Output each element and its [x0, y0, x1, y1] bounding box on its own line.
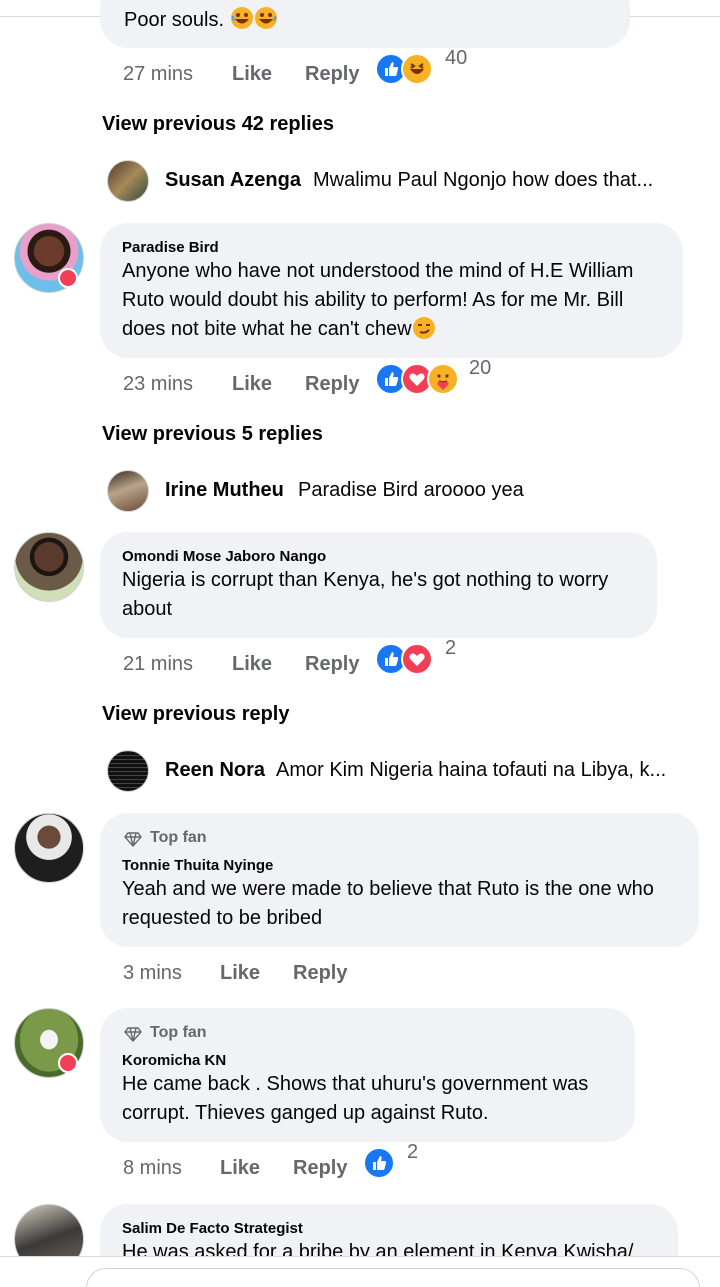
view-previous-replies-link[interactable]: View previous 5 replies: [102, 423, 323, 446]
diamond-icon: [124, 832, 142, 847]
comment-text-line: does not bite what he can't chew: [122, 315, 665, 344]
comment-bubble[interactable]: Top fan Tonnie Thuita Nyinge Yeah and we…: [100, 813, 699, 947]
reactions-summary[interactable]: 2: [363, 1141, 443, 1181]
laugh-emoji-icon: [230, 7, 253, 29]
comment-time: 8 mins: [123, 1157, 182, 1179]
comment-author[interactable]: Paradise Bird: [122, 239, 219, 256]
diamond-icon: [124, 1027, 142, 1042]
reply-button[interactable]: Reply: [305, 373, 359, 396]
view-previous-reply-link[interactable]: View previous reply: [102, 703, 290, 726]
comment-actions: 23 mins Like Reply 20: [123, 357, 523, 399]
reactions-summary[interactable]: 2: [375, 637, 495, 677]
top-fan-label: Top fan: [150, 829, 207, 846]
comment-bubble-top: Poor souls.: [100, 0, 630, 48]
like-button[interactable]: Like: [232, 63, 272, 86]
comment-text-line: Yeah and we were made to believe that Ru…: [122, 878, 654, 900]
comment-text-tail: Poor souls.: [124, 9, 225, 31]
comment-text-line-content: does not bite what he can't chew: [122, 318, 412, 340]
laugh-emoji-icon: [254, 7, 277, 29]
comment-actions: 8 mins Like Reply 2: [123, 1141, 523, 1183]
comment-actions: 27 mins Like Reply 40: [123, 47, 523, 89]
avatar: [107, 750, 149, 792]
like-button[interactable]: Like: [232, 653, 272, 676]
reaction-count: 40: [445, 47, 468, 69]
comment-time: 3 mins: [123, 962, 182, 984]
comment-text-line: Nigeria is corrupt than Kenya, he's got …: [122, 569, 609, 591]
smirk-emoji-icon: [412, 317, 435, 339]
care-icon: [427, 363, 459, 395]
reply-snippet: Paradise Bird aroooo yea: [298, 479, 524, 501]
reply-author: Susan Azenga: [165, 169, 301, 191]
reactions-summary[interactable]: 40: [375, 47, 495, 87]
comment-time: 21 mins: [123, 653, 194, 675]
avatar[interactable]: [14, 813, 84, 883]
comment-bubble[interactable]: Paradise Bird Anyone who have not unders…: [100, 223, 683, 358]
composer-divider: [0, 1256, 720, 1257]
reply-author: Reen Nora: [165, 759, 266, 781]
comment-author[interactable]: Tonnie Thuita Nyinge: [122, 857, 273, 874]
reply-button[interactable]: Reply: [293, 1157, 347, 1180]
comment-author[interactable]: Salim De Facto Strategist: [122, 1220, 303, 1237]
love-badge-icon: [58, 268, 78, 288]
love-badge-icon: [58, 1053, 78, 1073]
reply-preview[interactable]: Irine Mutheu Paradise Bird aroooo yea: [107, 470, 707, 512]
like-button[interactable]: Like: [220, 962, 260, 985]
comment-input[interactable]: [86, 1268, 700, 1287]
reply-preview[interactable]: Susan Azenga Mwalimu Paul Ngonjo how doe…: [107, 160, 707, 202]
comment-author[interactable]: Omondi Mose Jaboro Nango: [122, 548, 326, 565]
reply-snippet: Mwalimu Paul Ngonjo how does that...: [313, 169, 654, 191]
reply-button[interactable]: Reply: [293, 962, 347, 985]
comment-text-line: He came back . Shows that uhuru's govern…: [122, 1073, 589, 1095]
reactions-summary[interactable]: 20: [375, 357, 525, 397]
like-button[interactable]: Like: [220, 1157, 260, 1180]
like-button[interactable]: Like: [232, 373, 272, 396]
comment-text-line: about: [122, 598, 173, 620]
comment-text: He was asked for a bribe by an element i…: [122, 1238, 660, 1256]
comment-time: 23 mins: [123, 373, 194, 395]
comment-text-line: requested to be bribed: [122, 907, 323, 929]
avatar: [107, 160, 149, 202]
comment-bubble[interactable]: Top fan Koromicha KN He came back . Show…: [100, 1008, 635, 1142]
comment-time: 27 mins: [123, 63, 194, 85]
reaction-count: 2: [407, 1141, 419, 1163]
reaction-count: 20: [469, 357, 492, 379]
reply-button[interactable]: Reply: [305, 653, 359, 676]
comment-text: Nigeria is corrupt than Kenya, he's got …: [122, 566, 639, 624]
reply-button[interactable]: Reply: [305, 63, 359, 86]
love-icon: [401, 643, 433, 675]
reply-snippet: Amor Kim Nigeria haina tofauti na Libya,…: [276, 759, 667, 781]
comment-bubble[interactable]: Omondi Mose Jaboro Nango Nigeria is corr…: [100, 532, 657, 638]
comment-author[interactable]: Koromicha KN: [122, 1052, 226, 1069]
comment-text-line: Anyone who have not understood the mind …: [122, 260, 634, 282]
comment-text: Anyone who have not understood the mind …: [122, 257, 665, 344]
avatar[interactable]: [14, 532, 84, 602]
comment-text: He came back . Shows that uhuru's govern…: [122, 1070, 617, 1128]
comment-text: Poor souls.: [124, 6, 612, 35]
haha-icon: [401, 53, 433, 85]
like-icon: [363, 1147, 395, 1179]
top-fan-label: Top fan: [150, 1024, 207, 1041]
reaction-count: 2: [445, 637, 457, 659]
avatar: [107, 470, 149, 512]
comment-actions: 21 mins Like Reply 2: [123, 637, 523, 679]
comment-text-line: He was asked for a bribe by an element i…: [122, 1241, 634, 1256]
comment-text-line: corrupt. Thieves ganged up against Ruto.: [122, 1102, 489, 1124]
reply-author: Irine Mutheu: [165, 479, 284, 501]
comment-actions: 3 mins Like Reply: [123, 962, 523, 988]
comment-text: Yeah and we were made to believe that Ru…: [122, 875, 681, 933]
view-previous-replies-link[interactable]: View previous 42 replies: [102, 113, 334, 136]
comment-text-line: Ruto would doubt his ability to perform!…: [122, 289, 624, 311]
reply-preview[interactable]: Reen Nora Amor Kim Nigeria haina tofauti…: [107, 750, 707, 792]
